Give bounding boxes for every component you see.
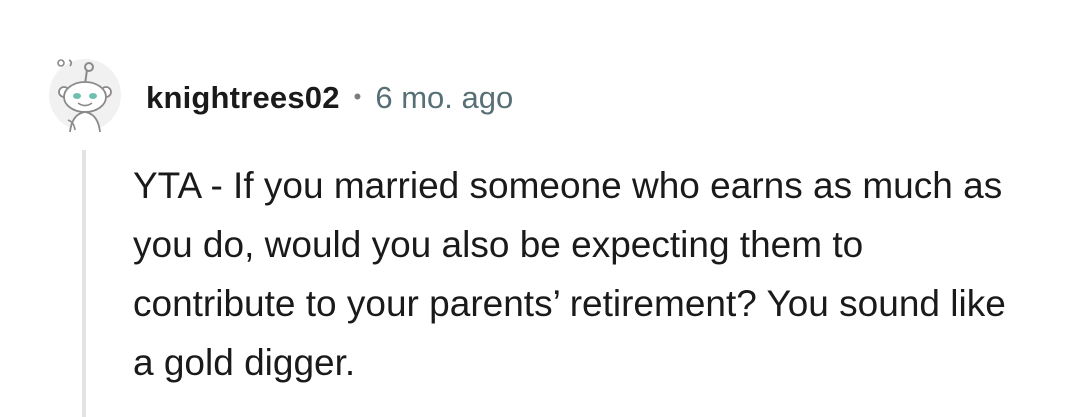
username-link[interactable]: knightrees02 [146,80,340,116]
comment-timestamp[interactable]: 6 mo. ago [375,80,513,116]
thread-collapse-line[interactable] [82,150,86,417]
comment-body: YTA - If you married someone who earns a… [133,165,1006,383]
separator-dot: • [353,84,362,109]
snoo-avatar-icon[interactable] [48,58,122,133]
comment: knightrees02 • 6 mo. ago YTA - If you ma… [0,0,1080,417]
comment-header: knightrees02 • 6 mo. ago [146,78,513,118]
